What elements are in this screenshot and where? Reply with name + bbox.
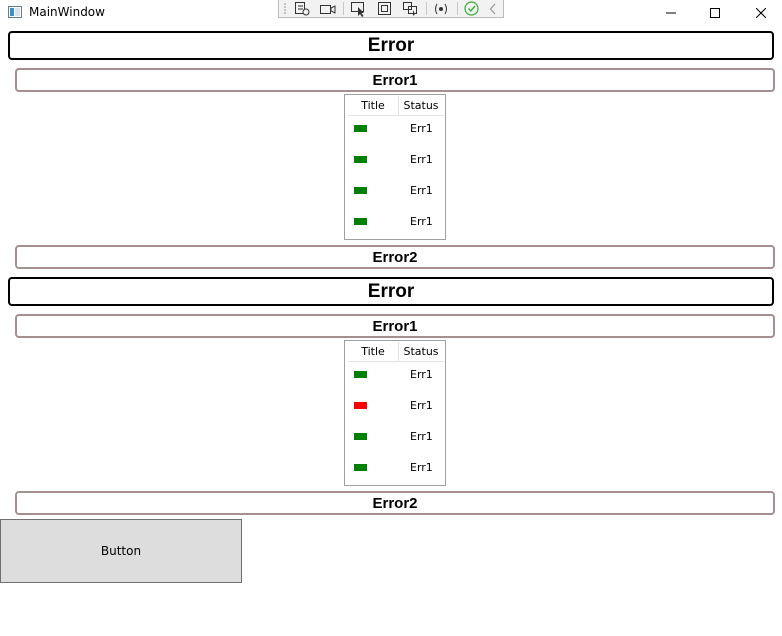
status-cell: Err1	[410, 184, 433, 197]
record-icon[interactable]	[317, 0, 339, 17]
grid-header: Title Status	[348, 342, 444, 362]
minimize-button[interactable]	[648, 0, 694, 26]
column-header-title[interactable]: Title	[348, 96, 399, 115]
status-swatch	[354, 464, 367, 471]
status-swatch	[354, 125, 367, 132]
checkmark-icon[interactable]	[461, 0, 481, 17]
status-cell: Err1	[410, 122, 433, 135]
close-icon	[756, 8, 766, 18]
status-cell: Err1	[410, 461, 433, 474]
status-cell: Err1	[410, 399, 433, 412]
close-button[interactable]	[738, 0, 782, 26]
visual-tree-icon[interactable]	[291, 0, 313, 17]
error2-label: Error2	[15, 491, 775, 515]
grip-icon[interactable]	[281, 0, 289, 17]
minimize-icon	[666, 12, 676, 14]
grid-row[interactable]: Err1	[346, 392, 444, 423]
select-element-icon[interactable]	[347, 0, 369, 17]
status-cell: Err1	[410, 430, 433, 443]
status-grid[interactable]: Title Status Err1 Err1 Err1 Err1	[344, 94, 446, 240]
status-swatch	[354, 433, 367, 440]
column-header-title[interactable]: Title	[348, 342, 399, 361]
grid-row[interactable]: Err1	[346, 423, 444, 454]
grid-row[interactable]: Err1	[346, 115, 444, 146]
grid-row[interactable]: Err1	[346, 361, 444, 392]
app-window-icon	[8, 6, 22, 18]
error1-label: Error1	[15, 68, 775, 92]
status-swatch	[354, 187, 367, 194]
column-header-status[interactable]: Status	[399, 342, 443, 361]
maximize-button[interactable]	[692, 0, 738, 26]
display-layout-adorners-icon[interactable]	[373, 0, 395, 17]
maximize-icon	[710, 8, 720, 18]
status-swatch	[354, 156, 367, 163]
status-swatch	[354, 402, 367, 409]
status-swatch	[354, 218, 367, 225]
grid-header: Title Status	[348, 96, 444, 116]
main-button[interactable]: Button	[0, 519, 242, 583]
status-cell: Err1	[410, 215, 433, 228]
status-cell: Err1	[410, 368, 433, 381]
grid-row[interactable]: Err1	[346, 454, 444, 485]
window-title: MainWindow	[29, 5, 105, 19]
error2-label: Error2	[15, 245, 775, 269]
binding-failures-icon[interactable]	[430, 0, 452, 17]
error-header: Error	[8, 277, 774, 306]
grid-row[interactable]: Err1	[346, 146, 444, 177]
grid-row[interactable]: Err1	[346, 177, 444, 208]
status-swatch	[354, 371, 367, 378]
debug-toolbar	[278, 0, 504, 18]
status-cell: Err1	[410, 153, 433, 166]
track-focused-element-icon[interactable]	[399, 0, 421, 17]
error-header: Error	[8, 31, 774, 60]
status-grid[interactable]: Title Status Err1 Err1 Err1 Err1	[344, 340, 446, 486]
grid-row[interactable]: Err1	[346, 208, 444, 239]
chevron-left-icon[interactable]	[485, 0, 501, 17]
error1-label: Error1	[15, 314, 775, 338]
title-bar: MainWindow	[0, 0, 782, 26]
column-header-status[interactable]: Status	[399, 96, 443, 115]
